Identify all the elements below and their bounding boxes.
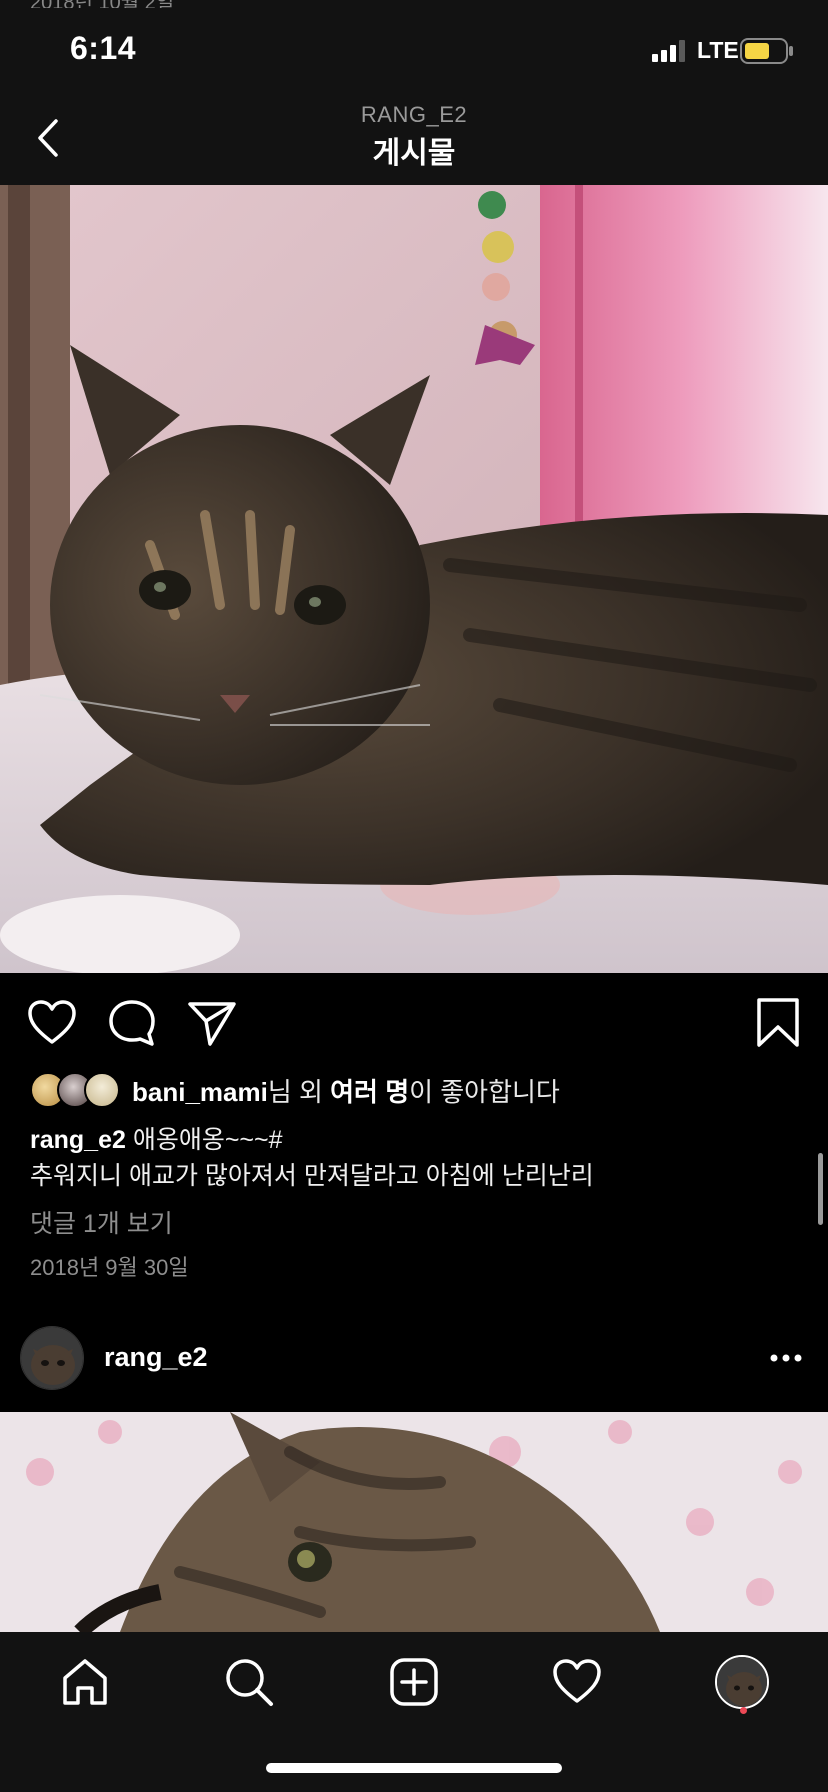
others-link[interactable]: 여러 명: [330, 1077, 409, 1107]
more-dots-icon: [770, 1354, 802, 1362]
caption-text-line1: 애옹애옹~~~#: [125, 1126, 283, 1154]
avatar[interactable]: [20, 1326, 84, 1390]
next-post-header: rang_e2: [0, 1318, 828, 1408]
cat-photo-image: [0, 1412, 828, 1632]
signal-icon: [652, 40, 685, 62]
view-comments-link[interactable]: 댓글 1개 보기: [30, 1204, 173, 1240]
home-indicator[interactable]: [266, 1763, 562, 1773]
likes-row[interactable]: bani_mami님 외 여러 명이 좋아합니다: [30, 1070, 560, 1110]
comment-bubble-icon[interactable]: [106, 997, 158, 1049]
liker-username[interactable]: bani_mami: [132, 1077, 268, 1107]
notification-dot: [740, 1707, 747, 1714]
cat-photo-image: [0, 185, 828, 973]
battery-icon: [740, 38, 793, 64]
post-photo[interactable]: [0, 185, 828, 973]
caption-username[interactable]: rang_e2: [30, 1126, 126, 1154]
tab-search[interactable]: [217, 1650, 281, 1714]
tab-activity[interactable]: [545, 1650, 609, 1714]
network-type: LTE: [697, 37, 739, 63]
paper-plane-icon[interactable]: [186, 997, 238, 1049]
bookmark-icon[interactable]: [752, 997, 804, 1049]
scroll-indicator: [818, 1153, 823, 1225]
activity-heart-icon: [553, 1659, 601, 1703]
tab-create[interactable]: [382, 1650, 446, 1714]
cat-avatar-icon: [21, 1327, 83, 1389]
next-post-photo[interactable]: [0, 1412, 828, 1632]
avatar: [84, 1072, 120, 1108]
more-options-button[interactable]: [766, 1338, 806, 1378]
post-caption: rang_e2 애옹애옹~~~# 추워지니 애교가 많아져서 만져달라고 아침에…: [30, 1122, 810, 1194]
heart-icon[interactable]: [26, 997, 78, 1049]
post-date: 2018년 9월 30일: [30, 1255, 189, 1280]
profile-avatar-icon: [715, 1655, 769, 1709]
post-username[interactable]: rang_e2: [104, 1342, 208, 1373]
account-name: RANG_E2: [360, 102, 468, 127]
tab-profile[interactable]: [710, 1650, 774, 1714]
previous-post-peek: 2018년 10월 2일: [0, 0, 828, 8]
status-bar: 6:14 LTE: [0, 8, 828, 94]
page-title: 게시물: [372, 137, 456, 170]
previous-post-date: 2018년 10월 2일: [30, 0, 174, 8]
tab-home[interactable]: [53, 1650, 117, 1714]
add-post-icon: [390, 1658, 438, 1706]
home-icon: [63, 1659, 107, 1705]
likes-summary: bani_mami님 외 여러 명이 좋아합니다: [132, 1076, 560, 1107]
liker-avatars: [30, 1072, 120, 1108]
post-action-bar: [0, 973, 828, 1073]
caption-text-line2: 추워지니 애교가 많아져서 만져달라고 아침에 난리난리: [30, 1162, 594, 1190]
search-icon: [226, 1659, 273, 1706]
nav-header: RANG_E2 게시물: [0, 94, 828, 185]
status-time: 6:14: [70, 30, 137, 66]
